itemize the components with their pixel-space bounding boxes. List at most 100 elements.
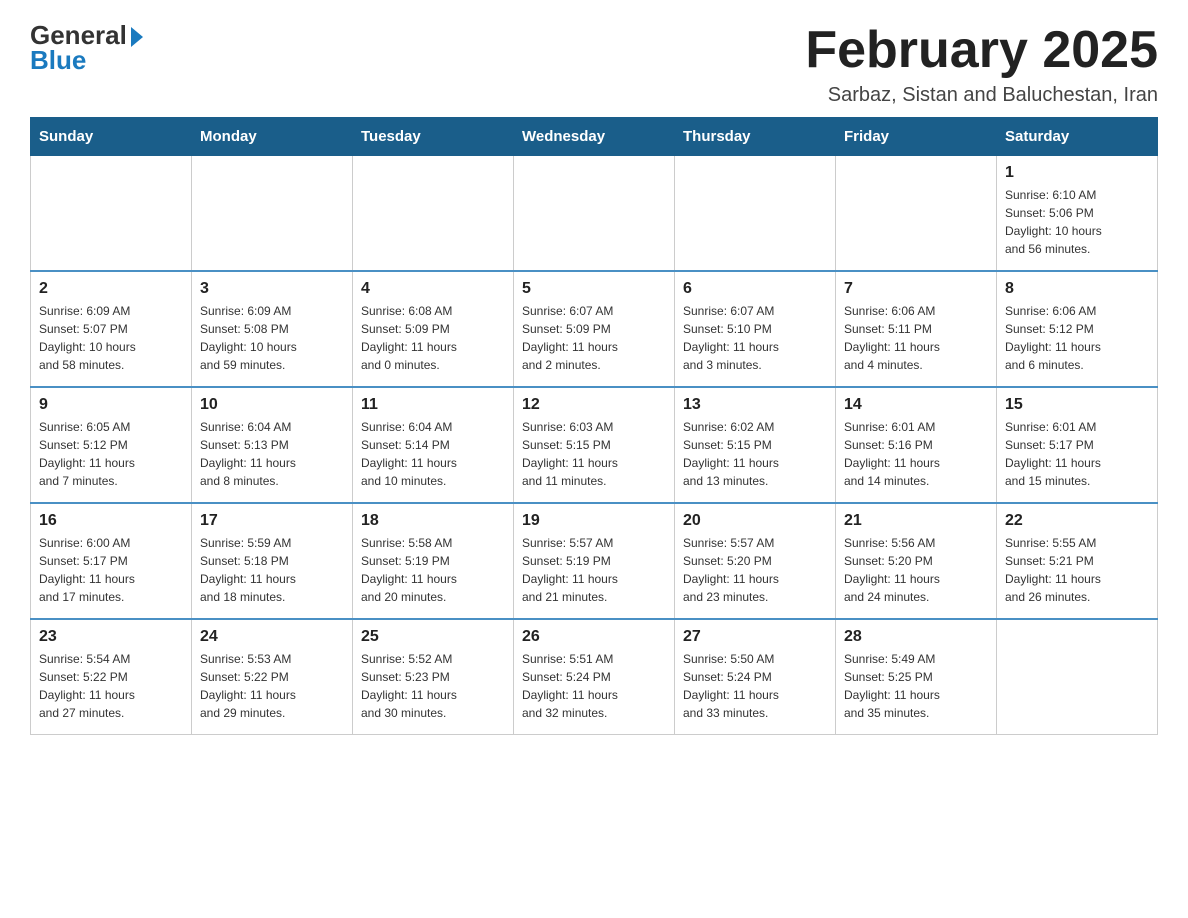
table-row (514, 156, 675, 272)
day-number: 3 (200, 280, 344, 298)
table-row: 2 Sunrise: 6:09 AMSunset: 5:07 PMDaylight… (31, 271, 192, 387)
day-number: 10 (200, 396, 344, 414)
day-number: 2 (39, 280, 183, 298)
day-detail: Sunrise: 5:50 AMSunset: 5:24 PMDaylight:… (683, 650, 827, 722)
header-thursday: Thursday (675, 118, 836, 156)
table-row: 7 Sunrise: 6:06 AMSunset: 5:11 PMDaylight… (836, 271, 997, 387)
table-row: 25Sunrise: 5:52 AMSunset: 5:23 PMDayligh… (353, 619, 514, 735)
day-number: 20 (683, 512, 827, 530)
day-detail: Sunrise: 6:02 AMSunset: 5:15 PMDaylight:… (683, 418, 827, 490)
day-detail: Sunrise: 5:55 AMSunset: 5:21 PMDaylight:… (1005, 534, 1149, 606)
header-monday: Monday (192, 118, 353, 156)
table-row: 24 Sunrise: 5:53 AMSunset: 5:22 PMDayligh… (192, 619, 353, 735)
table-row: 8Sunrise: 6:06 AMSunset: 5:12 PMDaylight… (997, 271, 1158, 387)
table-row: 12 Sunrise: 6:03 AMSunset: 5:15 PMDayligh… (514, 387, 675, 503)
table-row: 6 Sunrise: 6:07 AMSunset: 5:10 PMDaylight… (675, 271, 836, 387)
day-number: 27 (683, 628, 827, 646)
day-number: 22 (1005, 512, 1149, 530)
day-number: 5 (522, 280, 666, 298)
table-row: 16 Sunrise: 6:00 AMSunset: 5:17 PMDayligh… (31, 503, 192, 619)
day-detail: Sunrise: 5:49 AMSunset: 5:25 PMDaylight:… (844, 650, 988, 722)
day-number: 16 (39, 512, 183, 530)
weekday-header-row: Sunday Monday Tuesday Wednesday Thursday… (31, 118, 1158, 156)
table-row: 27 Sunrise: 5:50 AMSunset: 5:24 PMDayligh… (675, 619, 836, 735)
header-tuesday: Tuesday (353, 118, 514, 156)
day-detail: Sunrise: 6:04 AMSunset: 5:13 PMDaylight:… (200, 418, 344, 490)
table-row: 23Sunrise: 5:54 AMSunset: 5:22 PMDayligh… (31, 619, 192, 735)
table-row: 1Sunrise: 6:10 AMSunset: 5:06 PMDaylight… (997, 156, 1158, 272)
calendar-week-row: 2 Sunrise: 6:09 AMSunset: 5:07 PMDaylight… (31, 271, 1158, 387)
calendar-title: February 2025 (805, 20, 1158, 80)
day-detail: Sunrise: 5:58 AMSunset: 5:19 PMDaylight:… (361, 534, 505, 606)
day-detail: Sunrise: 5:53 AMSunset: 5:22 PMDaylight:… (200, 650, 344, 722)
day-detail: Sunrise: 6:09 AMSunset: 5:08 PMDaylight:… (200, 302, 344, 374)
day-number: 24 (200, 628, 344, 646)
day-number: 8 (1005, 280, 1149, 298)
day-detail: Sunrise: 5:52 AMSunset: 5:23 PMDaylight:… (361, 650, 505, 722)
table-row (675, 156, 836, 272)
day-number: 14 (844, 396, 988, 414)
calendar-subtitle: Sarbaz, Sistan and Baluchestan, Iran (805, 84, 1158, 107)
day-detail: Sunrise: 6:07 AMSunset: 5:10 PMDaylight:… (683, 302, 827, 374)
calendar-table: Sunday Monday Tuesday Wednesday Thursday… (30, 117, 1158, 735)
table-row: 14 Sunrise: 6:01 AMSunset: 5:16 PMDayligh… (836, 387, 997, 503)
day-number: 7 (844, 280, 988, 298)
table-row (353, 156, 514, 272)
day-number: 9 (39, 396, 183, 414)
table-row: 19 Sunrise: 5:57 AMSunset: 5:19 PMDayligh… (514, 503, 675, 619)
day-detail: Sunrise: 5:57 AMSunset: 5:19 PMDaylight:… (522, 534, 666, 606)
table-row (192, 156, 353, 272)
day-detail: Sunrise: 5:51 AMSunset: 5:24 PMDaylight:… (522, 650, 666, 722)
day-number: 6 (683, 280, 827, 298)
table-row: 21Sunrise: 5:56 AMSunset: 5:20 PMDayligh… (836, 503, 997, 619)
table-row: 11 Sunrise: 6:04 AMSunset: 5:14 PMDayligh… (353, 387, 514, 503)
table-row (997, 619, 1158, 735)
day-detail: Sunrise: 6:00 AMSunset: 5:17 PMDaylight:… (39, 534, 183, 606)
day-number: 28 (844, 628, 988, 646)
day-detail: Sunrise: 6:04 AMSunset: 5:14 PMDaylight:… (361, 418, 505, 490)
table-row: 22 Sunrise: 5:55 AMSunset: 5:21 PMDayligh… (997, 503, 1158, 619)
header-sunday: Sunday (31, 118, 192, 156)
calendar-week-row: 9Sunrise: 6:05 AMSunset: 5:12 PMDaylight… (31, 387, 1158, 503)
day-detail: Sunrise: 6:09 AMSunset: 5:07 PMDaylight:… (39, 302, 183, 374)
calendar-week-row: 23Sunrise: 5:54 AMSunset: 5:22 PMDayligh… (31, 619, 1158, 735)
day-detail: Sunrise: 6:03 AMSunset: 5:15 PMDaylight:… (522, 418, 666, 490)
day-number: 13 (683, 396, 827, 414)
day-detail: Sunrise: 5:59 AMSunset: 5:18 PMDaylight:… (200, 534, 344, 606)
table-row: 10 Sunrise: 6:04 AMSunset: 5:13 PMDayligh… (192, 387, 353, 503)
logo: General Blue (30, 20, 143, 76)
day-number: 18 (361, 512, 505, 530)
header-friday: Friday (836, 118, 997, 156)
day-detail: Sunrise: 6:08 AMSunset: 5:09 PMDaylight:… (361, 302, 505, 374)
day-detail: Sunrise: 5:54 AMSunset: 5:22 PMDaylight:… (39, 650, 183, 722)
day-number: 15 (1005, 396, 1149, 414)
day-number: 11 (361, 396, 505, 414)
day-number: 19 (522, 512, 666, 530)
day-number: 21 (844, 512, 988, 530)
page-header: General Blue February 2025 Sarbaz, Sista… (30, 20, 1158, 107)
day-number: 1 (1005, 164, 1149, 182)
day-detail: Sunrise: 6:06 AMSunset: 5:11 PMDaylight:… (844, 302, 988, 374)
day-detail: Sunrise: 6:01 AMSunset: 5:17 PMDaylight:… (1005, 418, 1149, 490)
calendar-week-row: 1Sunrise: 6:10 AMSunset: 5:06 PMDaylight… (31, 156, 1158, 272)
table-row: 4 Sunrise: 6:08 AMSunset: 5:09 PMDaylight… (353, 271, 514, 387)
day-number: 12 (522, 396, 666, 414)
table-row: 20 Sunrise: 5:57 AMSunset: 5:20 PMDayligh… (675, 503, 836, 619)
table-row: 5Sunrise: 6:07 AMSunset: 5:09 PMDaylight… (514, 271, 675, 387)
header-wednesday: Wednesday (514, 118, 675, 156)
title-block: February 2025 Sarbaz, Sistan and Baluche… (805, 20, 1158, 107)
table-row: 3 Sunrise: 6:09 AMSunset: 5:08 PMDaylight… (192, 271, 353, 387)
table-row: 18 Sunrise: 5:58 AMSunset: 5:19 PMDayligh… (353, 503, 514, 619)
table-row: 28 Sunrise: 5:49 AMSunset: 5:25 PMDayligh… (836, 619, 997, 735)
table-row: 17Sunrise: 5:59 AMSunset: 5:18 PMDayligh… (192, 503, 353, 619)
header-saturday: Saturday (997, 118, 1158, 156)
table-row: 9Sunrise: 6:05 AMSunset: 5:12 PMDaylight… (31, 387, 192, 503)
logo-blue-text: Blue (30, 45, 86, 76)
logo-arrow-icon (131, 27, 143, 47)
day-number: 4 (361, 280, 505, 298)
day-detail: Sunrise: 6:01 AMSunset: 5:16 PMDaylight:… (844, 418, 988, 490)
day-detail: Sunrise: 5:57 AMSunset: 5:20 PMDaylight:… (683, 534, 827, 606)
table-row (31, 156, 192, 272)
table-row (836, 156, 997, 272)
day-number: 26 (522, 628, 666, 646)
